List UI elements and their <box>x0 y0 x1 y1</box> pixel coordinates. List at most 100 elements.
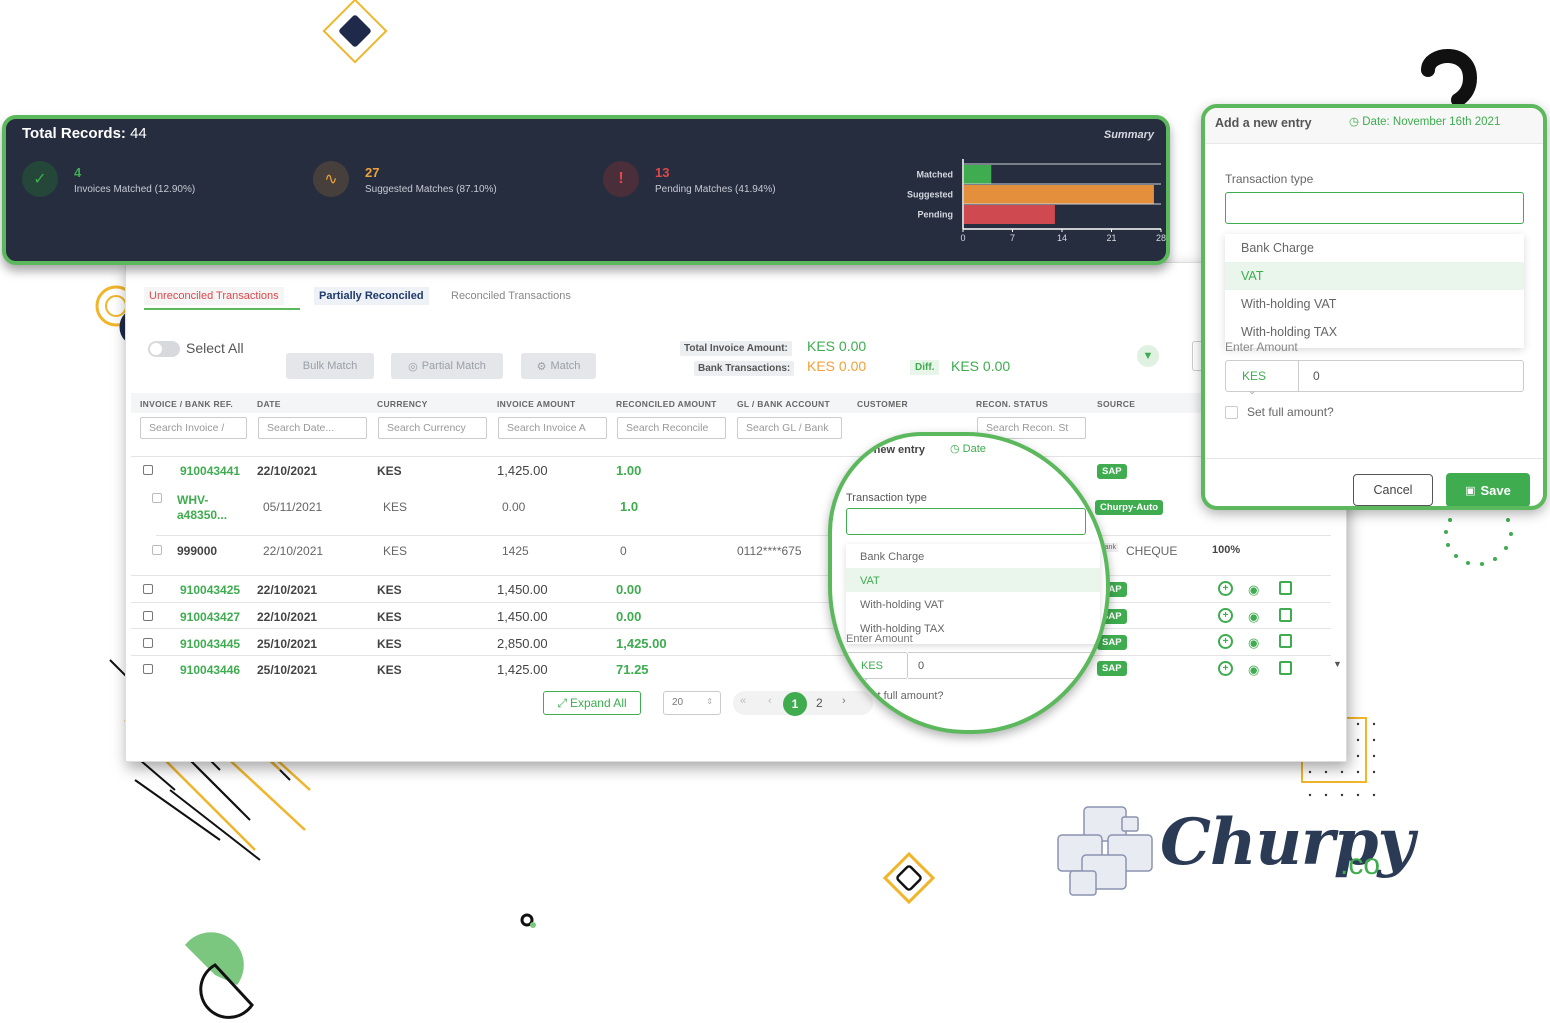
page-2-button[interactable]: 2 <box>816 696 823 710</box>
zoom-clock-icon: ◷ Date <box>950 443 986 455</box>
invoice-amount-cell: 1425 <box>502 544 529 558</box>
add-icon[interactable]: + <box>1218 661 1233 676</box>
search-currency-input[interactable]: Search Currency <box>378 417 487 439</box>
expand-all-button[interactable]: ⤢ Expand All <box>543 691 641 715</box>
next-page-button[interactable]: › <box>842 695 846 707</box>
invoice-amount-cell: 1,425.00 <box>497 463 548 478</box>
page-size-select[interactable]: 20 ⇕ <box>663 691 721 715</box>
search-reconciled-input[interactable]: Search Reconcile <box>617 417 726 439</box>
search-gl-bank-input[interactable]: Search GL / Bank <box>737 417 842 439</box>
add-icon[interactable]: + <box>1218 581 1233 596</box>
col-date[interactable]: DATE <box>257 399 281 409</box>
eye-icon[interactable]: ◉ <box>1248 662 1259 678</box>
row-checkbox[interactable] <box>143 664 153 674</box>
save-button[interactable]: ▣ Save <box>1446 473 1530 506</box>
reconciled-amount-cell: 1,425.00 <box>616 636 667 651</box>
row-checkbox[interactable] <box>143 611 153 621</box>
row-checkbox[interactable] <box>143 638 153 648</box>
row-checkbox[interactable] <box>152 545 162 555</box>
invoice-ref-link[interactable]: 910043425 <box>180 583 240 597</box>
tab-reconciled[interactable]: Reconciled Transactions <box>446 287 576 305</box>
option-with-holding-vat[interactable]: With-holding VAT <box>1225 290 1524 318</box>
search-invoice-amount-input[interactable]: Search Invoice A <box>498 417 607 439</box>
option-vat[interactable]: VAT <box>1225 262 1524 290</box>
invoice-amount-cell: 2,850.00 <box>497 636 548 651</box>
prev-page-button[interactable]: ‹ <box>768 695 772 707</box>
invoice-ref-link[interactable]: WHV-a48350... <box>177 493 233 523</box>
gear-icon: ⚙ <box>536 360 547 373</box>
col-currency[interactable]: CURRENCY <box>377 399 428 409</box>
transaction-type-dropdown: Bank Charge VAT With-holding VAT With-ho… <box>1225 234 1524 348</box>
receipt-search-icon[interactable] <box>1279 661 1292 675</box>
source-cell: CHEQUE <box>1126 544 1178 558</box>
receipt-search-icon[interactable] <box>1279 581 1292 595</box>
add-icon[interactable]: + <box>1218 634 1233 649</box>
zoom-entry-title: Add a new entry <box>840 444 925 456</box>
full-amount-label: Set full amount? <box>1247 405 1334 419</box>
reconciled-amount-cell: 71.25 <box>616 662 649 677</box>
tab-partially-reconciled[interactable]: Partially Reconciled <box>314 287 429 305</box>
page-1-button[interactable]: 1 <box>783 692 807 716</box>
currency-cell: KES <box>377 583 402 597</box>
filter-icon[interactable]: ▼ <box>1137 345 1159 367</box>
category-label: Pending <box>918 210 954 220</box>
col-reconciled-amount[interactable]: RECONCILED AMOUNT <box>616 399 717 409</box>
reconciled-amount-cell: 0 <box>620 544 627 558</box>
col-gl-bank-account[interactable]: GL / BANK ACCOUNT <box>737 399 830 409</box>
match-percent: 100% <box>1212 544 1241 556</box>
transaction-type-input[interactable] <box>1225 192 1524 224</box>
currency-select[interactable]: KES ⌄ <box>1225 360 1299 397</box>
date-cell: 05/11/2021 <box>263 500 323 514</box>
first-page-button[interactable]: « <box>740 695 746 707</box>
zoom-option-vat[interactable]: VAT <box>846 568 1100 592</box>
summary-bar-chart: Matched Suggested Pending 0 7 14 21 28 <box>907 159 1166 243</box>
search-date-input[interactable]: Search Date... <box>258 417 367 439</box>
amount-input[interactable]: 0 <box>1299 360 1524 392</box>
row-checkbox[interactable] <box>143 465 153 475</box>
bulk-match-button[interactable]: Bulk Match <box>286 353 374 379</box>
zoom-transaction-type-label: Transaction type <box>846 492 927 504</box>
receipt-search-icon[interactable] <box>1279 608 1292 622</box>
total-invoice-label: Total Invoice Amount: <box>680 341 792 356</box>
partial-match-button[interactable]: ◎ Partial Match <box>391 353 503 379</box>
eye-icon[interactable]: ◉ <box>1248 635 1259 651</box>
full-amount-checkbox[interactable] <box>1225 406 1238 419</box>
search-invoice-input[interactable]: Search Invoice / <box>140 417 247 439</box>
zoom-amount-input[interactable]: 0 <box>908 652 1098 679</box>
tab-active-underline <box>144 308 300 310</box>
x-tick-label: 28 <box>1156 233 1166 243</box>
scroll-down-arrow[interactable]: ▼ <box>1333 659 1342 669</box>
zoom-transaction-type-input[interactable] <box>846 508 1086 535</box>
option-bank-charge[interactable]: Bank Charge <box>1225 234 1524 262</box>
col-customer[interactable]: CUSTOMER <box>857 399 908 409</box>
invoice-ref-link[interactable]: 910043441 <box>180 464 240 478</box>
row-checkbox[interactable] <box>152 493 162 503</box>
eye-icon[interactable]: ◉ <box>1248 582 1259 598</box>
match-button[interactable]: ⚙ Match <box>521 353 596 379</box>
zoom-option-bank-charge[interactable]: Bank Charge <box>846 544 1100 568</box>
select-all-toggle[interactable] <box>148 341 180 357</box>
col-recon-status[interactable]: RECON. STATUS <box>976 399 1048 409</box>
invoice-ref-link[interactable]: 910043445 <box>180 637 240 651</box>
invoice-ref-link[interactable]: 910043446 <box>180 663 240 677</box>
transaction-type-label: Transaction type <box>1225 172 1314 186</box>
cancel-button[interactable]: Cancel <box>1353 474 1433 506</box>
activity-icon: ∿ <box>313 161 349 197</box>
col-source[interactable]: SOURCE <box>1097 399 1135 409</box>
row-checkbox[interactable] <box>143 584 153 594</box>
col-invoice-amount[interactable]: INVOICE AMOUNT <box>497 399 576 409</box>
zoom-currency-select[interactable]: KES ⌄ <box>846 652 908 683</box>
churpy-logo-suffix: .co <box>1340 848 1381 881</box>
receipt-search-icon[interactable] <box>1279 634 1292 648</box>
currency-cell: KES <box>383 500 408 514</box>
diff-value: KES 0.00 <box>951 358 1011 374</box>
tab-unreconciled[interactable]: Unreconciled Transactions <box>144 287 284 305</box>
invoice-ref-link[interactable]: 910043427 <box>180 610 240 624</box>
date-cell: 25/10/2021 <box>257 663 318 677</box>
eye-icon[interactable]: ◉ <box>1248 609 1259 625</box>
leaf-shape <box>185 932 244 985</box>
invoice-amount-cell: 0.00 <box>502 500 526 514</box>
col-invoice-ref[interactable]: INVOICE / BANK REF. <box>140 399 233 409</box>
add-icon[interactable]: + <box>1218 608 1233 623</box>
zoom-option-with-holding-vat[interactable]: With-holding VAT <box>846 592 1100 616</box>
